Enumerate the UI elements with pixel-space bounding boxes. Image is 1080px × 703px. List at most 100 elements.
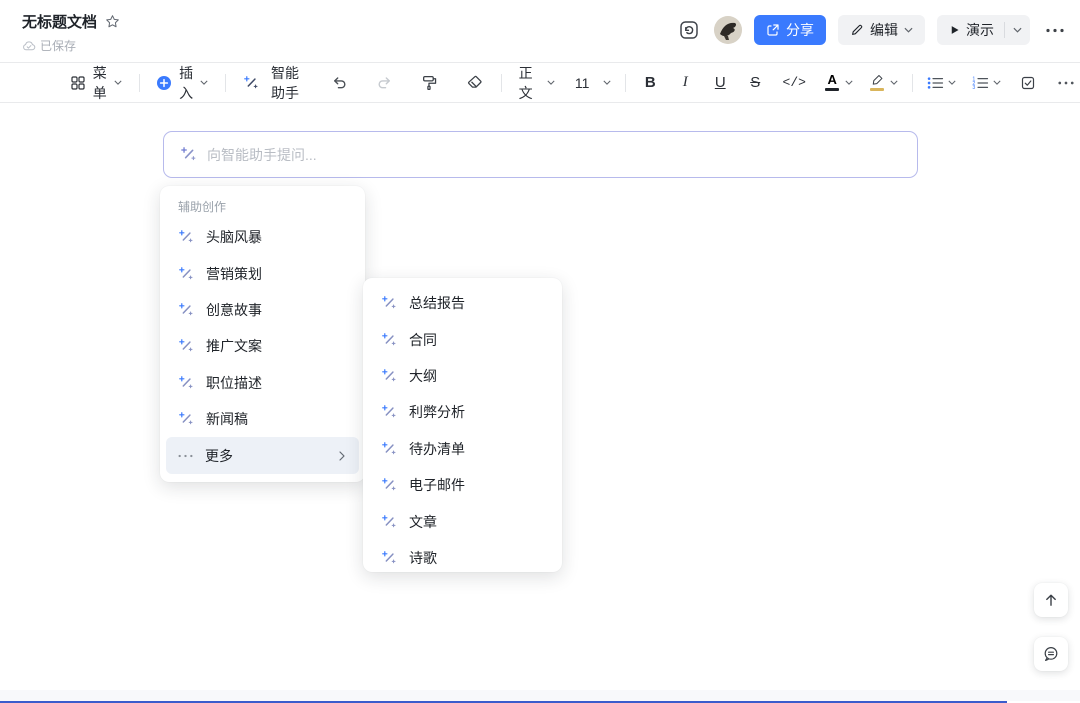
menu-item-label: 合同 (409, 330, 562, 350)
numbered-list-button[interactable]: 123 (969, 72, 1004, 94)
menu-item-label: 新闻稿 (206, 409, 365, 429)
menu-item-more[interactable]: 更多 (166, 437, 359, 473)
text-color-button[interactable]: A (820, 67, 856, 98)
menu-item-label: 待办清单 (409, 439, 562, 459)
clear-format-button[interactable] (460, 69, 490, 96)
magic-wand-icon (381, 550, 397, 566)
user-avatar[interactable] (714, 16, 742, 44)
menu-item-creative-story[interactable]: 创意故事 (160, 292, 365, 328)
chevron-down-icon (993, 80, 1001, 85)
undo-button[interactable] (325, 69, 354, 96)
magic-wand-icon (381, 332, 397, 348)
submenu-item-todo-list[interactable]: 待办清单 (363, 431, 562, 467)
redo-button[interactable] (370, 69, 399, 96)
submenu-item-article[interactable]: 文章 (363, 503, 562, 539)
ai-assistant-input[interactable] (207, 147, 901, 163)
magic-wand-icon (178, 229, 194, 245)
magic-wand-icon (180, 146, 197, 163)
magic-wand-icon (178, 266, 194, 282)
submenu-item-outline[interactable]: 大纲 (363, 358, 562, 394)
magic-wand-icon (178, 411, 194, 427)
grid-menu-icon (70, 75, 86, 91)
menu-item-label: 诗歌 (409, 548, 562, 568)
present-button[interactable]: 演示 (937, 15, 1030, 45)
toolbar: 菜单 插入 智能助手 (0, 62, 1080, 103)
menu-label: 菜单 (92, 63, 108, 103)
submenu-item-summary-report[interactable]: 总结报告 (363, 285, 562, 321)
magic-wand-icon (381, 477, 397, 493)
numbered-list-icon: 123 (972, 76, 989, 90)
menu-dropdown-button[interactable]: 菜单 (64, 58, 128, 108)
ellipsis-icon (178, 454, 193, 458)
magic-wand-icon (178, 375, 194, 391)
magic-wand-icon (381, 295, 397, 311)
share-button[interactable]: 分享 (754, 15, 826, 45)
inline-code-button[interactable]: </> (777, 71, 811, 94)
assist-creation-menu: 辅助创作 头脑风暴 营销策划 创意故事 推广文案 职位描述 新闻稿 更多 (160, 186, 365, 482)
header-more-button[interactable] (1042, 24, 1068, 37)
toolbar-divider (225, 74, 226, 92)
paragraph-style-value: 正文 (516, 63, 535, 103)
ai-assistant-button[interactable]: 智能助手 (237, 58, 312, 108)
chevron-down-icon (603, 80, 611, 85)
font-size-value: 11 (575, 75, 590, 91)
submenu-item-contract[interactable]: 合同 (363, 321, 562, 357)
present-label: 演示 (966, 20, 994, 40)
play-icon (949, 24, 960, 36)
menu-item-label: 营销策划 (206, 264, 365, 284)
pencil-icon (850, 23, 864, 37)
format-painter-button[interactable] (415, 69, 444, 96)
menu-section-title: 辅助创作 (160, 196, 365, 219)
chevron-down-icon (845, 80, 853, 85)
title-bar: 无标题文档 已保存 分享 (0, 0, 1080, 62)
chevron-down-icon (200, 80, 208, 85)
submenu-item-poetry[interactable]: 诗歌 (363, 540, 562, 576)
menu-item-job-description[interactable]: 职位描述 (160, 365, 365, 401)
share-label: 分享 (786, 20, 814, 40)
edit-label: 编辑 (870, 20, 898, 40)
bullet-list-icon (927, 76, 944, 90)
magic-wand-icon (178, 338, 194, 354)
chevron-right-icon (339, 451, 345, 461)
edit-mode-button[interactable]: 编辑 (838, 15, 925, 45)
highlighter-icon (868, 71, 886, 94)
italic-button[interactable]: I (672, 70, 698, 95)
strikethrough-button[interactable]: S (742, 70, 768, 95)
submenu-item-pros-cons[interactable]: 利弊分析 (363, 394, 562, 430)
underline-button[interactable]: U (707, 70, 733, 95)
insert-dropdown-button[interactable]: 插入 (150, 58, 214, 108)
bold-button[interactable]: B (637, 70, 663, 95)
assist-creation-submenu: 总结报告 合同 大纲 利弊分析 待办清单 电子邮件 文章 诗歌 (363, 278, 562, 572)
star-icon[interactable] (105, 14, 120, 29)
magic-wand-icon (381, 441, 397, 457)
menu-item-promo-copy[interactable]: 推广文案 (160, 328, 365, 364)
version-history-button[interactable] (676, 17, 702, 43)
magic-wand-icon (381, 368, 397, 384)
menu-item-press-release[interactable]: 新闻稿 (160, 401, 365, 437)
font-size-select[interactable]: 11 (572, 71, 615, 95)
assistant-label: 智能助手 (265, 63, 306, 103)
header-actions: 分享 编辑 演示 (676, 14, 1068, 46)
menu-item-brainstorm[interactable]: 头脑风暴 (160, 219, 365, 255)
highlight-color-button[interactable] (865, 67, 901, 98)
bottom-strip (0, 690, 1080, 701)
chevron-down-icon (547, 80, 555, 85)
menu-item-label: 更多 (205, 446, 327, 466)
toolbar-divider (912, 74, 913, 92)
save-status: 已保存 (40, 37, 76, 54)
paragraph-style-select[interactable]: 正文 (513, 59, 558, 107)
ai-assistant-input-box[interactable] (163, 131, 918, 178)
magic-wand-icon (243, 75, 259, 91)
menu-item-marketing-plan[interactable]: 营销策划 (160, 255, 365, 291)
scroll-to-top-button[interactable] (1034, 583, 1068, 617)
present-dropdown-chevron-icon[interactable] (1013, 27, 1022, 33)
feedback-button[interactable] (1034, 637, 1068, 671)
toolbar-more-button[interactable] (1052, 76, 1080, 90)
toolbar-divider (501, 74, 502, 92)
app-window: 无标题文档 已保存 分享 (0, 0, 1080, 703)
checklist-button[interactable] (1014, 70, 1042, 96)
button-divider (1004, 22, 1005, 38)
bullet-list-button[interactable] (924, 72, 959, 94)
submenu-item-email[interactable]: 电子邮件 (363, 467, 562, 503)
document-title[interactable]: 无标题文档 (22, 11, 97, 32)
